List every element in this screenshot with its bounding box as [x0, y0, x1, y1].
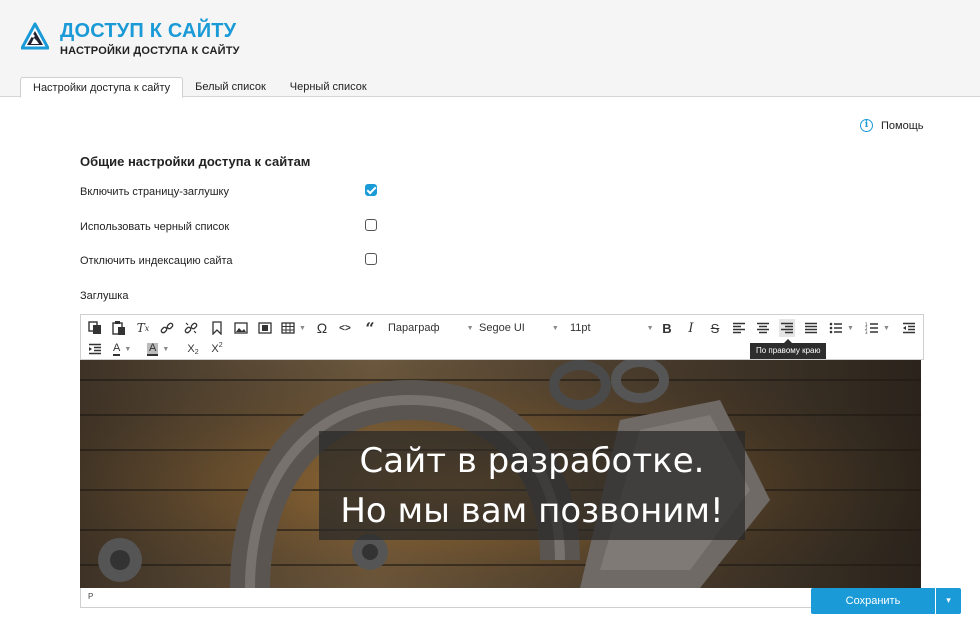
format-select[interactable]: Параграф ▼ — [388, 319, 474, 337]
clear-format-icon[interactable]: Tx — [135, 319, 151, 337]
media-icon[interactable] — [257, 319, 273, 337]
indent-icon[interactable] — [87, 340, 103, 358]
image-icon[interactable] — [233, 319, 249, 337]
strikethrough-icon[interactable]: S — [707, 319, 723, 337]
blockquote-icon[interactable]: “ — [362, 319, 378, 338]
bullet-list-icon[interactable]: ▼ — [829, 319, 854, 337]
setting-label-disable-indexing: Отключить индексацию сайта — [80, 255, 233, 267]
save-button[interactable]: Сохранить — [811, 588, 935, 614]
setting-label-enable-stub: Включить страницу-заглушку — [80, 186, 229, 198]
checkbox-disable-indexing[interactable] — [365, 253, 377, 265]
stub-label: Заглушка — [80, 290, 129, 302]
paste-icon[interactable] — [111, 319, 127, 337]
link-icon[interactable] — [159, 319, 175, 337]
checkbox-use-blacklist[interactable] — [365, 219, 377, 231]
source-code-icon[interactable]: <> — [337, 319, 353, 337]
unlink-icon[interactable] — [183, 319, 199, 337]
checkbox-enable-stub[interactable] — [365, 184, 377, 196]
superscript-icon[interactable]: X2 — [209, 340, 225, 358]
setting-label-use-blacklist: Использовать черный список — [80, 221, 230, 233]
chevron-down-icon: ▾ — [946, 595, 951, 605]
stub-image: Сайт в разработке. Но мы вам позвоним! — [80, 360, 921, 588]
outdent-icon[interactable] — [901, 319, 917, 337]
editor-statusbar: P — [80, 588, 921, 608]
tab-blacklist[interactable]: Черный список — [278, 77, 379, 98]
svg-text:3: 3 — [865, 330, 868, 334]
align-right-tooltip: По правому краю — [750, 339, 827, 359]
background-color-icon[interactable]: A ▼ — [147, 340, 169, 358]
road-sign-logo-icon — [20, 22, 50, 50]
table-icon[interactable]: ▼ — [281, 319, 306, 337]
info-icon: i — [860, 119, 873, 132]
page-subtitle: НАСТРОЙКИ ДОСТУПА К САЙТУ — [60, 45, 240, 57]
save-options-button[interactable]: ▾ — [936, 588, 961, 614]
text-color-icon[interactable]: A ▼ — [113, 340, 131, 358]
tab-whitelist[interactable]: Белый список — [183, 77, 278, 98]
help-link[interactable]: i Помощь — [860, 119, 924, 132]
bold-icon[interactable]: B — [659, 319, 675, 337]
copy-icon[interactable] — [87, 319, 103, 337]
numbered-list-icon[interactable]: 1 2 3 ▼ — [865, 319, 890, 337]
element-path: P — [88, 592, 94, 601]
align-center-icon[interactable] — [755, 319, 771, 337]
align-left-icon[interactable] — [731, 319, 747, 337]
align-justify-icon[interactable] — [803, 319, 819, 337]
align-right-icon[interactable] — [779, 319, 795, 337]
font-family-select[interactable]: Segoe UI ▼ — [479, 319, 559, 337]
tab-access-settings[interactable]: Настройки доступа к сайту — [20, 77, 184, 98]
page-header: ДОСТУП К САЙТУ НАСТРОЙКИ ДОСТУПА К САЙТУ… — [0, 0, 980, 98]
bookmark-icon[interactable] — [209, 319, 225, 337]
page-title: ДОСТУП К САЙТУ — [60, 20, 237, 42]
stub-banner: Сайт в разработке. Но мы вам позвоним! — [319, 431, 745, 540]
help-label: Помощь — [881, 119, 924, 132]
banner-line-1: Сайт в разработке. — [359, 441, 705, 481]
special-char-icon[interactable]: Ω — [314, 319, 330, 337]
section-title: Общие настройки доступа к сайтам — [80, 154, 311, 169]
font-size-select[interactable]: 11pt ▼ — [570, 319, 654, 337]
subscript-icon[interactable]: X2 — [185, 340, 201, 358]
banner-line-2: Но мы вам позвоним! — [340, 491, 724, 531]
italic-icon[interactable]: I — [683, 319, 699, 337]
tab-bar: Настройки доступа к сайту Белый список Ч… — [20, 77, 379, 98]
